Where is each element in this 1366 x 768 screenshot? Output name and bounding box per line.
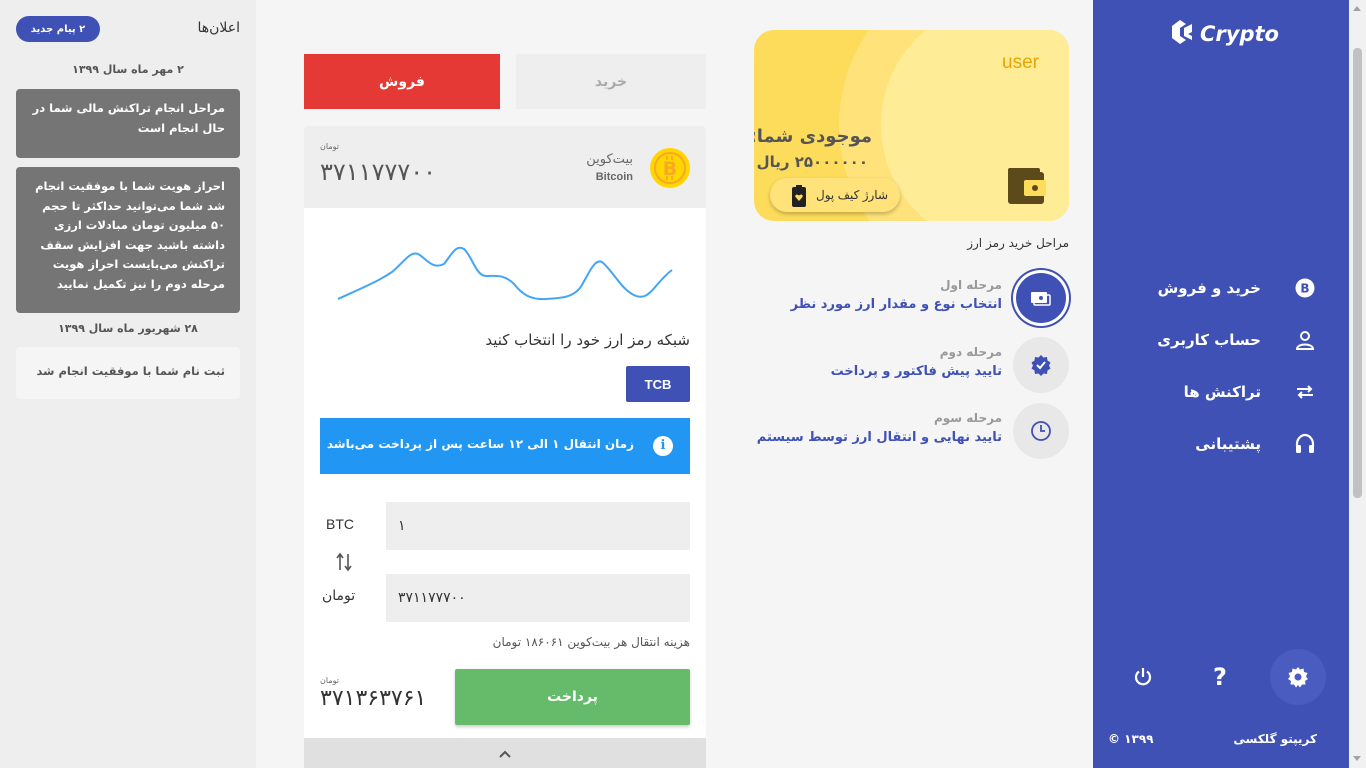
scroll-up-arrow[interactable] (1353, 6, 1361, 11)
step-3: مرحله سوم تایید نهایی و انتقال ارز توسط … (754, 403, 1069, 459)
battery-heart-icon (792, 185, 806, 210)
coin-name: بیت‌کوین (586, 152, 633, 167)
btc-unit-label: BTC (326, 516, 354, 532)
verified-icon (1013, 337, 1069, 393)
network-option-button[interactable]: TCB (626, 366, 690, 402)
sidebar-bottom-actions: ? (1093, 648, 1349, 706)
sidebar-item-support[interactable]: پشتیبانی (1093, 418, 1349, 470)
coin-name-en: Bitcoin (595, 171, 633, 183)
announcements-panel: اعلان‌ها ۲ پیام جدید ۲ مهر ماه سال ۱۳۹۹ … (0, 0, 256, 768)
sidebar-item-label: پشتیبانی (1195, 435, 1261, 453)
announcement-message[interactable]: احراز هویت شما با موفقیت انجام شد شما می… (16, 167, 240, 313)
transfer-info-alert: i زمان انتقال ۱ الی ۱۲ ساعت پس از پرداخت… (320, 418, 690, 474)
network-title: شبکه رمز ارز خود را انتخاب کنید (485, 331, 690, 349)
clock-icon (1013, 403, 1069, 459)
toman-unit-label: تومان (322, 588, 356, 604)
svg-text:B: B (1300, 282, 1309, 296)
announcement-message[interactable]: مراحل انجام تراکنش مالی شما در حال انجام… (16, 89, 240, 158)
transfer-fee-text: هزینه انتقال هر بیت‌کوین ۱۸۶۰۶۱ تومان (492, 635, 690, 649)
payment-icon (1013, 270, 1069, 326)
wallet-icon (1008, 168, 1048, 210)
announcement-date: ۲ مهر ماه سال ۱۳۹۹ (72, 63, 184, 76)
info-icon: i (653, 436, 673, 456)
username: user (1002, 52, 1039, 73)
sidebar: Crypto B خرید و فروش حساب کاربری تراکنش … (1093, 0, 1349, 768)
announcement-date: ۲۸ شهریور ماه سال ۱۳۹۹ (58, 322, 198, 335)
step-1: مرحله اول انتخاب نوع و مقدار ارز مورد نظ… (754, 270, 1069, 326)
pay-button[interactable]: پرداخت (455, 669, 690, 725)
charge-wallet-label: شارژ کیف پول (816, 188, 888, 202)
collapse-toggle[interactable] (304, 738, 706, 768)
sidebar-item-account[interactable]: حساب کاربری (1093, 314, 1349, 366)
total-unit: تومان (320, 676, 339, 685)
price-unit: تومان (320, 142, 339, 151)
total-amount: ۳۷۱۳۶۳۷۶۱ (320, 686, 427, 711)
step-2: مرحله دوم تایید پیش فاکتور و پرداخت (754, 337, 1069, 393)
step-desc: انتخاب نوع و مقدار ارز مورد نظر (790, 297, 1002, 312)
step-title: مرحله دوم (939, 345, 1002, 359)
sidebar-item-label: حساب کاربری (1157, 331, 1261, 349)
logo-icon (1168, 18, 1196, 50)
transfer-info-text: زمان انتقال ۱ الی ۱۲ ساعت پس از پرداخت م… (326, 437, 634, 451)
footer-brand: کریپتو گلکسی (1233, 732, 1317, 746)
charge-wallet-button[interactable]: شارژ کیف پول (770, 178, 900, 212)
power-icon[interactable] (1115, 649, 1171, 705)
svg-text:B: B (663, 158, 677, 180)
price-sparkline (332, 232, 677, 311)
sidebar-nav: B خرید و فروش حساب کاربری تراکنش ها پشتی… (1093, 262, 1349, 470)
step-desc: تایید پیش فاکتور و پرداخت (830, 364, 1002, 379)
coin-selector[interactable]: B بیت‌کوین Bitcoin تومان ۳۷۱۱۷۷۷۰۰ (304, 126, 706, 208)
help-icon[interactable]: ? (1192, 649, 1248, 705)
wallet-card: user موجودی شما: ۲۵۰۰۰۰۰۰ ریال شارژ کیف … (754, 30, 1069, 221)
btc-amount-input[interactable] (386, 502, 690, 550)
announcement-message[interactable]: ثبت نام شما با موفقیت انجام شد (16, 347, 240, 399)
scroll-down-arrow[interactable] (1353, 756, 1361, 761)
tab-buy[interactable]: خرید (516, 54, 706, 109)
sidebar-item-label: خرید و فروش (1157, 279, 1261, 297)
sidebar-item-trade[interactable]: B خرید و فروش (1093, 262, 1349, 314)
coin-price: ۳۷۱۱۷۷۷۰۰ (320, 158, 437, 186)
chevron-up-icon (498, 744, 512, 763)
steps-title: مراحل خرید رمز ارز (967, 236, 1069, 250)
swap-arrows-icon (1294, 381, 1316, 403)
settings-icon[interactable] (1270, 649, 1326, 705)
bitcoin-icon: B (649, 147, 691, 193)
step-desc: تایید نهایی و انتقال ارز توسط سیستم (756, 430, 1002, 445)
headset-icon (1294, 433, 1316, 455)
tab-sell[interactable]: فروش (304, 54, 500, 109)
scrollbar-thumb[interactable] (1353, 48, 1362, 498)
sidebar-item-label: تراکنش ها (1183, 383, 1261, 401)
balance-label: موجودی شما: (754, 126, 872, 147)
logo[interactable]: Crypto (1168, 18, 1279, 50)
page-scrollbar[interactable] (1349, 0, 1366, 768)
step-title: مرحله اول (940, 278, 1002, 292)
swap-vertical-icon[interactable] (336, 551, 352, 577)
announcements-title: اعلان‌ها (197, 20, 240, 36)
logo-text: Crypto (1200, 22, 1279, 46)
footer-copyright: © ۱۳۹۹ (1108, 732, 1154, 746)
sidebar-item-transactions[interactable]: تراکنش ها (1093, 366, 1349, 418)
new-messages-badge[interactable]: ۲ پیام جدید (16, 16, 100, 42)
bitcoin-icon: B (1294, 277, 1316, 299)
user-icon (1294, 329, 1316, 351)
step-title: مرحله سوم (933, 411, 1002, 425)
balance-value: ۲۵۰۰۰۰۰۰ ریال (756, 153, 868, 171)
toman-amount-input[interactable] (386, 574, 690, 622)
